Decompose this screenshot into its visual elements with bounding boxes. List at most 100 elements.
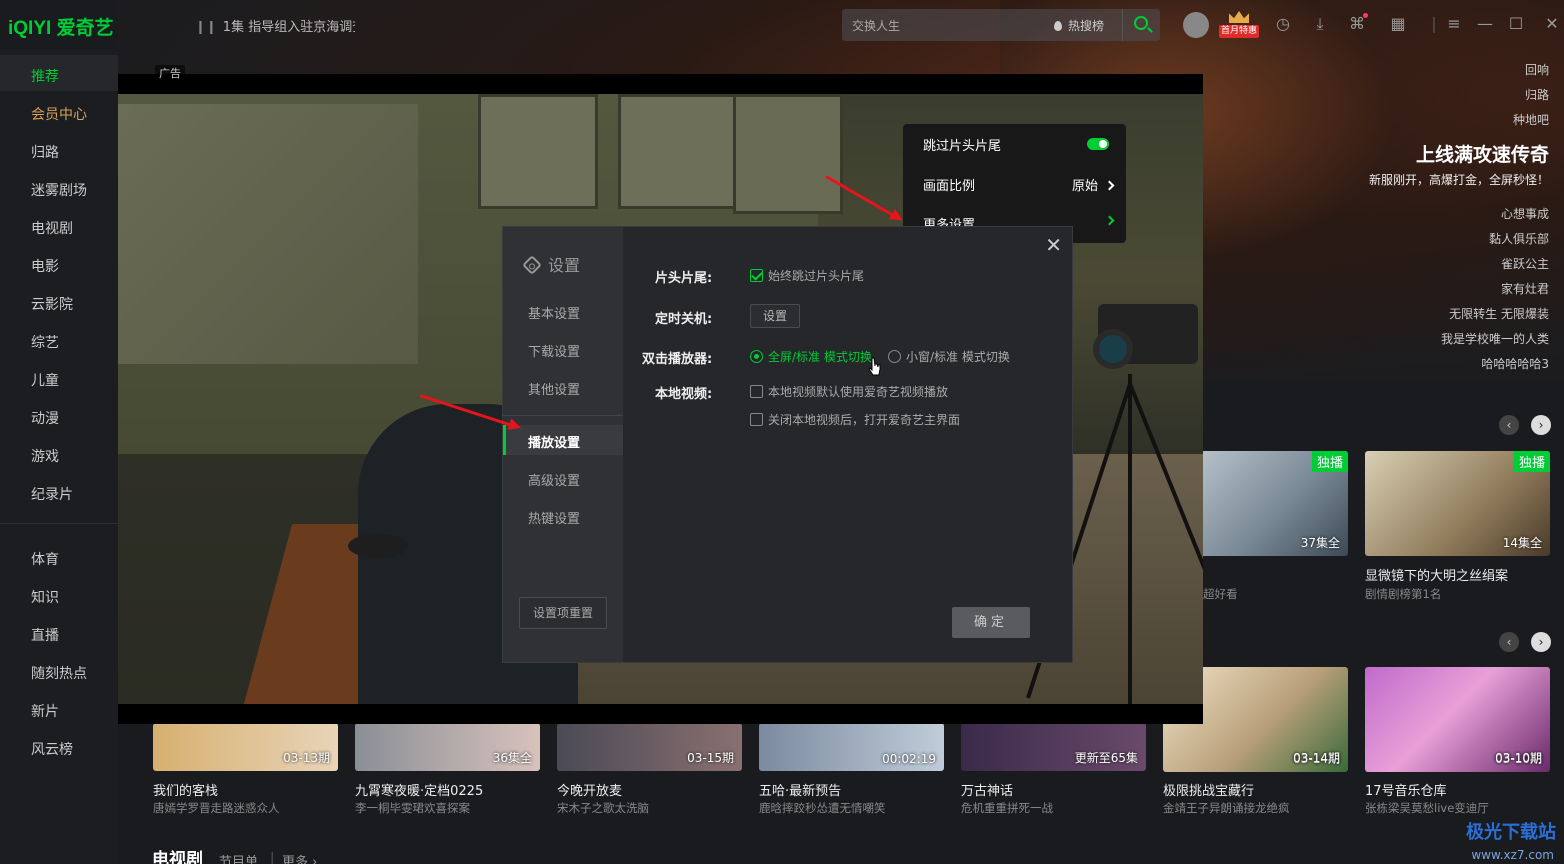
menu-icon[interactable]: ≡	[1445, 15, 1463, 33]
reset-settings-button[interactable]: 设置项重置	[519, 597, 607, 629]
mouse-cursor-icon	[868, 357, 881, 376]
settings-dialog: 设置 基本设置 下载设置 其他设置 播放设置 高级设置 热键设置 设置项重置 ✕…	[502, 226, 1073, 663]
close-window-icon[interactable]: ✕	[1543, 15, 1561, 33]
card-thumbnail[interactable]: 36集全	[355, 723, 540, 771]
sidebar-item-games[interactable]: 游戏	[31, 446, 59, 466]
settings-nav-download[interactable]: 下载设置	[528, 341, 580, 360]
section-title[interactable]: 电视剧	[152, 845, 203, 864]
card-title[interactable]: 九霄寒夜暖·定档0225	[355, 780, 483, 799]
rail-item[interactable]: 归路	[1525, 86, 1549, 103]
sidebar-item-chart[interactable]: 风云榜	[31, 739, 73, 759]
skip-intro-label: 跳过片头片尾	[923, 139, 1002, 154]
maximize-icon[interactable]: ☐	[1507, 15, 1525, 33]
prev-arrow-icon[interactable]: ‹	[1499, 632, 1519, 652]
rail-item[interactable]: 无限转生 无限爆装	[1449, 305, 1549, 322]
sidebar-item-live[interactable]: 直播	[31, 625, 59, 645]
rail-item[interactable]: 雀跃公主	[1501, 255, 1549, 272]
rail-item[interactable]: 回响	[1525, 61, 1549, 78]
skip-intro-toggle[interactable]	[1087, 138, 1109, 150]
sidebar-item-new[interactable]: 新片	[31, 701, 59, 721]
next-arrow-icon[interactable]: ›	[1531, 632, 1551, 652]
game-icon[interactable]: ⌘	[1348, 13, 1368, 33]
settings-nav-advanced[interactable]: 高级设置	[528, 470, 580, 489]
banner-subtitle: 新服刚开，高爆打金，全屏秒怪！	[1368, 173, 1549, 187]
card-title[interactable]: 万古神话	[961, 780, 1013, 799]
download-icon[interactable]: ⤓	[1311, 15, 1329, 33]
aspect-ratio-row[interactable]: 画面比例 原始	[923, 175, 1115, 195]
local-open-main-checkbox[interactable]: 关闭本地视频后，打开爱奇艺主界面	[750, 411, 960, 428]
logo[interactable]: iQIYI 爱奇艺	[8, 13, 114, 40]
video-scene-tripod	[1128, 374, 1132, 704]
rail-item[interactable]: 黏人俱乐部	[1489, 230, 1549, 247]
card-thumbnail[interactable]: 03-15期	[557, 723, 742, 771]
sidebar-item-mystery[interactable]: 迷雾剧场	[31, 180, 87, 200]
exclusive-badge: 独播	[1513, 451, 1550, 472]
rail-item[interactable]: 家有灶君	[1501, 280, 1549, 297]
skip-intro-row[interactable]: 跳过片头片尾	[923, 135, 1113, 155]
settings-nav-divider	[503, 415, 623, 416]
card-title[interactable]: 显微镜下的大明之丝绢案	[1365, 565, 1508, 584]
timer-settings-button[interactable]: 设置	[750, 304, 800, 328]
settings-nav-playback[interactable]: 播放设置	[528, 432, 580, 451]
sidebar-item-movie[interactable]: 电影	[31, 256, 59, 276]
checkbox-unchecked[interactable]	[750, 385, 763, 398]
video-scene-camera-lens	[1093, 329, 1133, 369]
apps-grid-icon[interactable]: ▦	[1389, 15, 1407, 33]
vip-button[interactable]: 首月特惠	[1219, 11, 1259, 39]
next-arrow-icon[interactable]: ›	[1531, 415, 1551, 435]
settings-nav-other[interactable]: 其他设置	[528, 379, 580, 398]
settings-nav-hotkeys[interactable]: 热键设置	[528, 508, 580, 527]
sidebar-item-vip[interactable]: 会员中心	[31, 104, 87, 124]
card-title[interactable]: 我们的客栈	[153, 780, 218, 799]
section-tab-more[interactable]: 更多 ›	[282, 851, 317, 864]
card-thumbnail[interactable]: 独播 14集全	[1365, 451, 1550, 556]
rail-item[interactable]: 种地吧	[1513, 111, 1549, 128]
confirm-button[interactable]: 确定	[952, 607, 1030, 638]
card-thumbnail[interactable]: 更新至65集	[961, 723, 1146, 771]
rail-item[interactable]: 我是学校唯一的人类	[1441, 330, 1549, 347]
avatar[interactable]	[1183, 12, 1209, 38]
close-icon[interactable]: ✕	[1045, 233, 1062, 257]
rail-item[interactable]: 哈哈哈哈哈3	[1481, 355, 1549, 372]
sidebar-item-knowledge[interactable]: 知识	[31, 587, 59, 607]
hot-search-link[interactable]: 热搜榜	[1054, 17, 1104, 34]
radio-unselected[interactable]	[888, 350, 901, 363]
sidebar-item-anime[interactable]: 动漫	[31, 408, 59, 428]
section-tab-schedule[interactable]: 节目单	[219, 851, 258, 864]
local-default-player-checkbox[interactable]: 本地视频默认使用爱奇艺视频播放	[750, 383, 948, 400]
episode-count: 03-14期	[1293, 751, 1340, 765]
sidebar-item-kids[interactable]: 儿童	[31, 370, 59, 390]
card-thumbnail[interactable]: 03-13期	[153, 723, 338, 771]
search-button[interactable]	[1122, 9, 1160, 41]
sidebar-item-variety[interactable]: 综艺	[31, 332, 59, 352]
card-subtitle: 剧情剧榜第1名	[1365, 587, 1442, 601]
card-title[interactable]: 17号音乐仓库	[1365, 780, 1447, 799]
radio-selected[interactable]	[750, 350, 763, 363]
settings-nav-basic[interactable]: 基本设置	[528, 303, 580, 322]
card-thumbnail[interactable]: 00:02:19	[759, 723, 944, 771]
prev-arrow-icon[interactable]: ‹	[1499, 415, 1519, 435]
sidebar-item-hot[interactable]: 随刻热点	[31, 663, 87, 683]
sidebar-item-tv[interactable]: 电视剧	[31, 218, 73, 238]
search-input[interactable]: 交换人生	[852, 17, 900, 34]
skip-intro-checkbox[interactable]: 始终跳过片头片尾	[750, 267, 864, 284]
sidebar-item-recommend[interactable]: 推荐	[31, 66, 59, 86]
rail-item[interactable]: 心想事成	[1501, 205, 1549, 222]
card-title[interactable]: 五哈·最新预告	[759, 780, 841, 799]
sidebar-item-sports[interactable]: 体育	[31, 549, 59, 569]
card-title[interactable]: 极限挑战宝藏行	[1163, 780, 1254, 799]
history-icon[interactable]: ◷	[1274, 15, 1292, 33]
settings-icon	[522, 255, 542, 275]
sidebar-item-documentary[interactable]: 纪录片	[31, 484, 73, 504]
dbl-click-miniwindow-radio[interactable]: 小窗/标准 模式切换	[888, 348, 1010, 365]
checkbox-unchecked[interactable]	[750, 413, 763, 426]
banner-headline[interactable]: 上线满攻速传奇	[1416, 140, 1549, 167]
checkbox-checked[interactable]	[750, 269, 763, 282]
card-title[interactable]: 今晚开放麦	[557, 780, 622, 799]
sidebar-item-guilu[interactable]: 归路	[31, 142, 59, 162]
minimize-icon[interactable]: —	[1476, 15, 1494, 33]
search-bar[interactable]: 交换人生 热搜榜	[842, 9, 1160, 41]
dbl-click-fullscreen-radio[interactable]: 全屏/标准 模式切换	[750, 348, 872, 365]
sidebar-item-cloud-cinema[interactable]: 云影院	[31, 294, 73, 314]
now-playing-title[interactable]: ❙❙ 1集 指导组入驻京海调查	[195, 16, 355, 35]
